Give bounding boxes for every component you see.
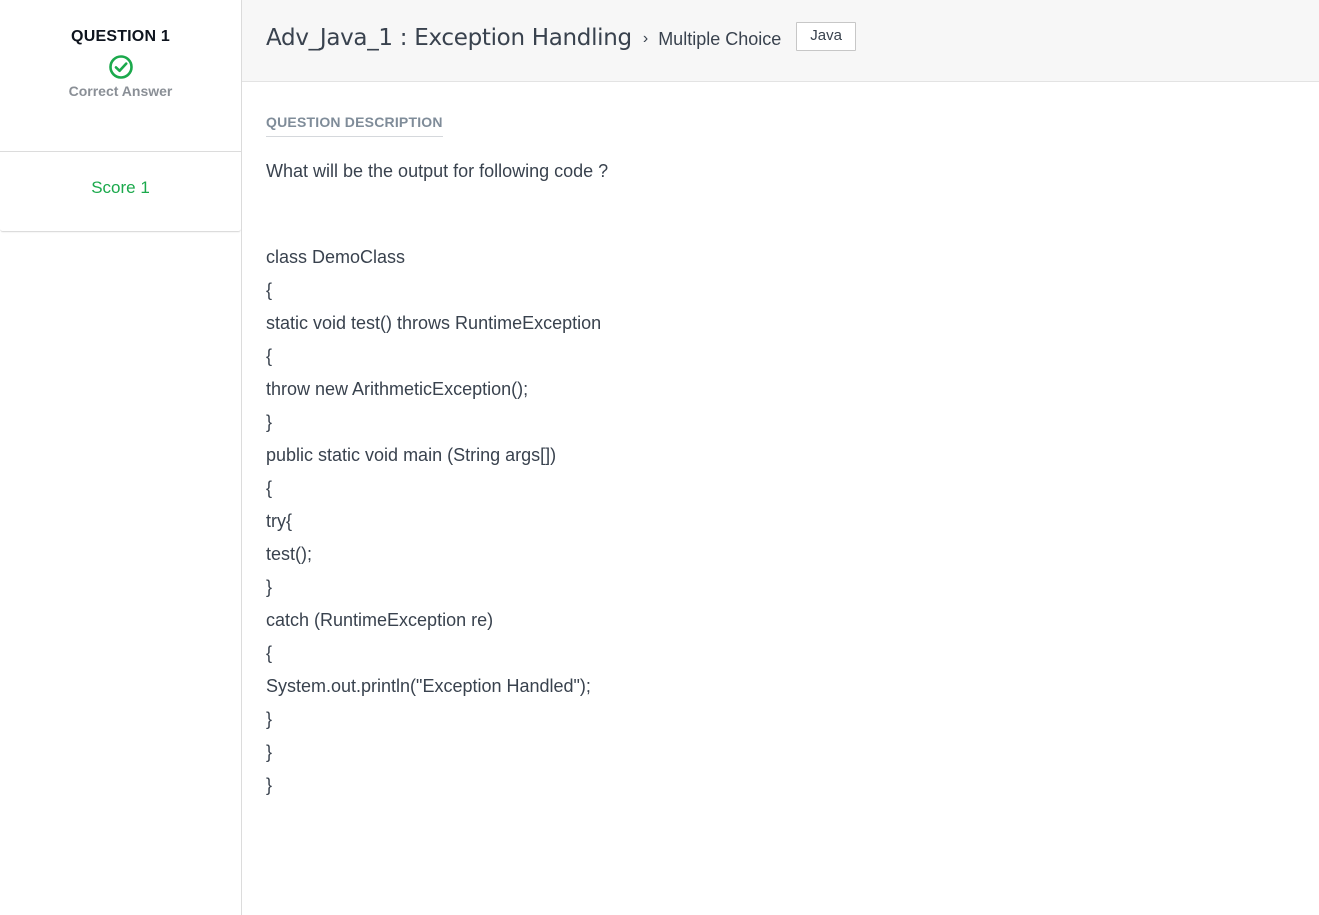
code-line: } <box>266 577 273 597</box>
code-line: { <box>266 643 273 663</box>
section-heading: QUESTION DESCRIPTION <box>266 114 443 137</box>
question-header: Adv_Java_1 : Exception Handling › Multip… <box>242 0 1319 82</box>
score-label: Score 1 <box>91 178 150 197</box>
question-content: QUESTION DESCRIPTION What will be the ou… <box>242 82 1319 802</box>
code-line: } <box>266 775 273 795</box>
code-line: throw new ArithmeticException(); <box>266 379 529 399</box>
code-line: System.out.println("Exception Handled"); <box>266 676 591 696</box>
question-card[interactable]: QUESTION 1 Correct Answer Score 1 <box>0 0 241 232</box>
check-circle-icon <box>108 55 133 79</box>
question-title: Adv_Java_1 : Exception Handling <box>266 24 632 51</box>
code-line: } <box>266 742 273 762</box>
chevron-right-icon: › <box>642 29 649 47</box>
code-line: class DemoClass <box>266 247 406 267</box>
code-line: catch (RuntimeException re) <box>266 610 494 630</box>
code-line: } <box>266 412 273 432</box>
question-prompt: What will be the output for following co… <box>266 161 609 181</box>
code-line: test(); <box>266 544 313 564</box>
code-line: { <box>266 478 273 498</box>
question-status-panel: QUESTION 1 Correct Answer <box>0 0 241 152</box>
code-line: static void test() throws RuntimeExcepti… <box>266 313 602 333</box>
question-type: Multiple Choice <box>658 28 782 49</box>
code-line: { <box>266 280 273 300</box>
main-panel: Adv_Java_1 : Exception Handling › Multip… <box>242 0 1319 915</box>
language-tag: Java <box>796 22 856 51</box>
question-number: QUESTION 1 <box>71 28 170 45</box>
code-line: { <box>266 346 273 366</box>
code-line: } <box>266 709 273 729</box>
code-line: try{ <box>266 511 293 531</box>
code-block: class DemoClass { static void test() thr… <box>266 241 1319 802</box>
question-sidebar: QUESTION 1 Correct Answer Score 1 <box>0 0 242 915</box>
code-line: public static void main (String args[]) <box>266 445 557 465</box>
status-label: Correct Answer <box>68 83 173 99</box>
